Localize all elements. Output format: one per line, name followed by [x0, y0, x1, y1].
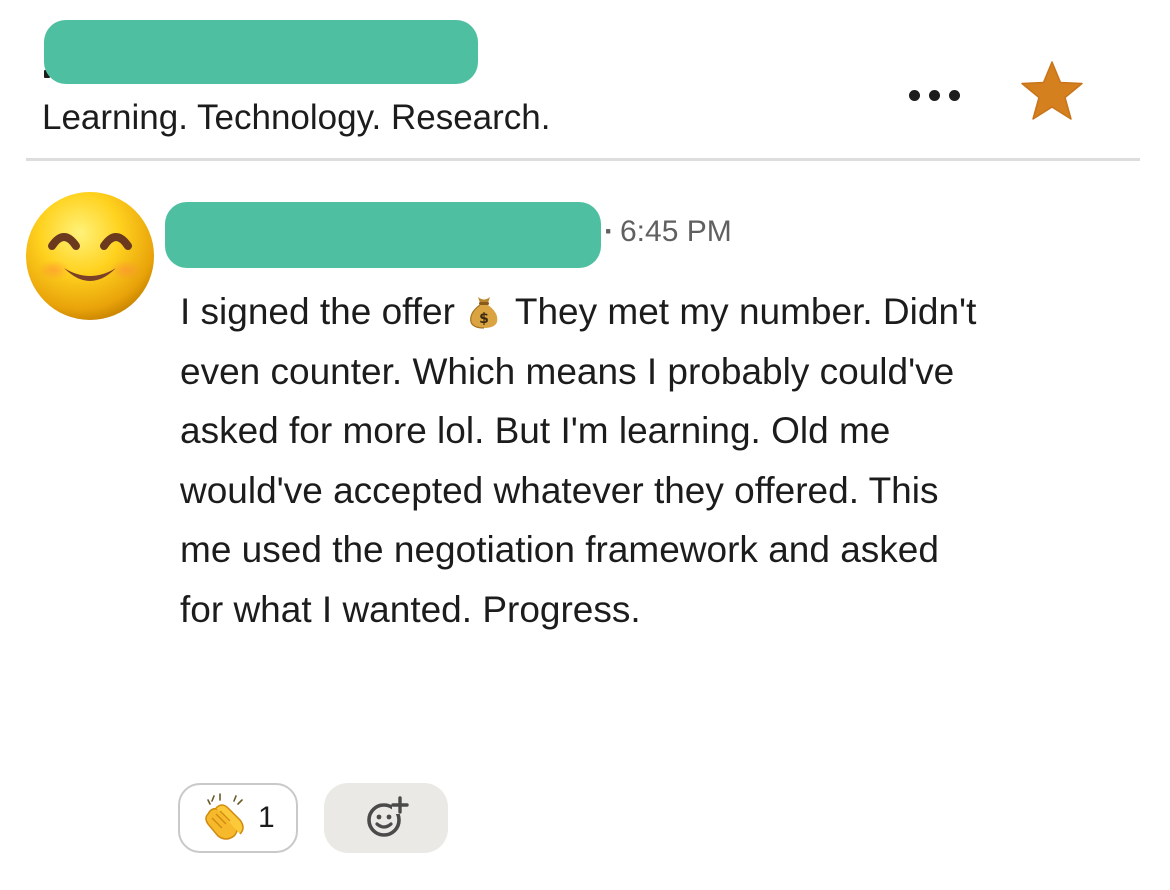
- reaction-count: 1: [258, 801, 275, 834]
- channel-header: Learning. Technology. Research.: [0, 0, 1170, 161]
- more-dot: [948, 89, 960, 101]
- channel-name-redaction: [44, 20, 478, 84]
- more-options-button[interactable]: [896, 80, 972, 110]
- star-icon[interactable]: [1018, 58, 1086, 126]
- header-divider: [26, 158, 1140, 161]
- message-body: I signed the offer $ They met my number.…: [180, 282, 980, 639]
- smiling-face-icon: [26, 192, 154, 320]
- message-text-part2: They met my number. Didn't even counter.…: [180, 291, 977, 630]
- svg-text:$: $: [479, 311, 489, 327]
- channel-topic: Learning. Technology. Research.: [42, 98, 551, 137]
- more-dot: [928, 89, 940, 101]
- message-meta: · 6:45 PM: [604, 212, 732, 252]
- money-bag-icon: $: [467, 287, 501, 329]
- add-reaction-button[interactable]: [324, 783, 448, 853]
- reaction-clap[interactable]: 1: [178, 783, 298, 853]
- message-timestamp[interactable]: 6:45 PM: [620, 215, 732, 248]
- star-shape: [1021, 61, 1083, 120]
- meta-separator: ·: [604, 215, 614, 248]
- more-dot: [908, 89, 920, 101]
- avatar[interactable]: [24, 190, 156, 322]
- add-reaction-icon: [367, 796, 409, 837]
- message-text-part1: I signed the offer: [180, 291, 455, 332]
- author-name-redaction: [165, 202, 601, 268]
- clapping-hands-icon: [198, 792, 250, 844]
